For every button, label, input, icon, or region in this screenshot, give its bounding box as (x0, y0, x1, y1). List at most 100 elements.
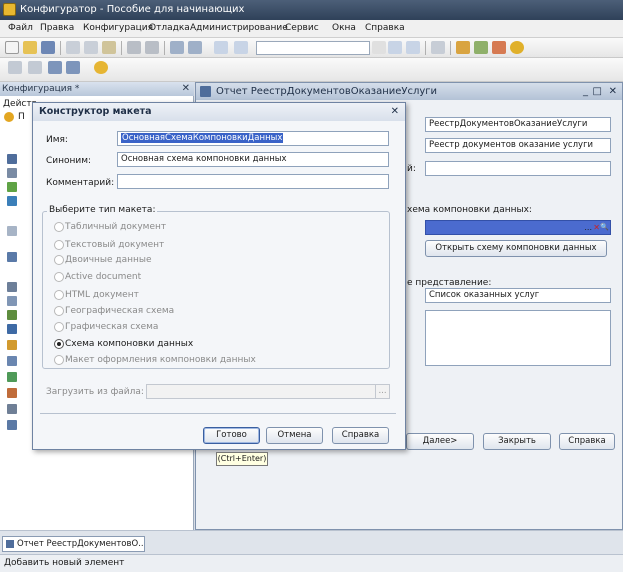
comment-input[interactable] (117, 174, 389, 189)
report-comment-field[interactable] (425, 161, 611, 176)
tree-item-icon[interactable] (7, 196, 17, 206)
redo-icon[interactable] (188, 41, 202, 54)
undo-icon[interactable] (170, 41, 184, 54)
dialog-close-icon[interactable]: ✕ (391, 103, 399, 121)
menu-windows[interactable]: Окна (332, 23, 356, 33)
next-button[interactable]: Далее> (406, 433, 474, 450)
radio-data-composition-schema[interactable]: Схема компоновки данных (54, 339, 193, 349)
find-icon[interactable] (214, 41, 228, 54)
tree-item-icon[interactable] (7, 226, 17, 236)
tree-item-icon[interactable] (7, 372, 17, 382)
radio-spreadsheet-document[interactable]: Табличный документ (54, 222, 166, 232)
comment-label: Комментарий: (46, 178, 115, 188)
save-icon[interactable] (41, 41, 55, 54)
open-icon[interactable] (23, 41, 37, 54)
tree-item-icon[interactable] (7, 296, 17, 306)
find-next-icon[interactable] (388, 41, 402, 54)
report-description-field[interactable] (425, 310, 611, 366)
tree-item-icon[interactable] (7, 404, 17, 414)
name-input[interactable]: ОсновнаяСхемаКомпоновкиДанных (117, 131, 389, 146)
configuration-icon[interactable] (8, 61, 22, 74)
paste-icon[interactable] (102, 41, 116, 54)
toolbar-separator (164, 41, 165, 55)
tree-item-icon[interactable] (7, 252, 17, 262)
menu-administration[interactable]: Администрирование (190, 23, 288, 33)
tree-item-icon[interactable] (7, 168, 17, 178)
dialog-help-button[interactable]: Справка (332, 427, 389, 444)
schema-browse-icon[interactable]: ... (584, 221, 592, 234)
done-button[interactable]: Готово (203, 427, 260, 444)
toolbar-separator (425, 41, 426, 55)
maximize-icon[interactable]: □ (593, 83, 602, 100)
config-root-label[interactable]: П (18, 112, 25, 122)
window-title: Конфигуратор - Пособие для начинающих (20, 4, 245, 15)
configuration-panel-title-text: Конфигурация * (2, 84, 80, 94)
module-icon[interactable] (48, 61, 62, 74)
cut-icon[interactable] (66, 41, 80, 54)
debug-start-icon[interactable] (94, 61, 108, 74)
radio-active-document[interactable]: Active document (54, 272, 141, 282)
new-icon[interactable] (5, 41, 19, 54)
window-title-bar: Конфигуратор - Пособие для начинающих (0, 0, 623, 20)
tree-item-icon[interactable] (7, 420, 17, 430)
taskbar-report-icon (6, 540, 14, 548)
name-input-value: ОсновнаяСхемаКомпоновкиДанных (121, 133, 284, 143)
info-icon[interactable] (510, 41, 524, 54)
search-icon[interactable] (234, 41, 248, 54)
tree-item-icon[interactable] (7, 282, 17, 292)
tree-item-icon[interactable] (7, 356, 17, 366)
report-help-button[interactable]: Справка (559, 433, 615, 450)
copy-icon[interactable] (84, 41, 98, 54)
status-bar: Добавить новый элемент (0, 554, 623, 572)
report-synonym-field[interactable]: Реестр документов оказание услуги (425, 138, 611, 153)
menu-file[interactable]: Файл (8, 23, 33, 33)
schema-search-icon[interactable]: 🔍 (600, 221, 609, 234)
tree-item-icon[interactable] (7, 182, 17, 192)
menu-configuration[interactable]: Конфигурация (83, 23, 153, 33)
close-button[interactable]: Закрыть (483, 433, 551, 450)
toolbar-separator (450, 41, 451, 55)
synonym-input[interactable]: Основная схема компоновки данных (117, 152, 389, 167)
report-repr-field[interactable]: Список оказанных услуг (425, 288, 611, 303)
radio-geographical-schema[interactable]: Географическая схема (54, 306, 174, 316)
close-icon[interactable]: ✕ (609, 83, 617, 100)
radio-composition-appearance-template[interactable]: Макет оформления компоновки данных (54, 355, 256, 365)
wizard-icon[interactable] (456, 41, 470, 54)
tree-item-icon[interactable] (7, 388, 17, 398)
report-schema-field[interactable]: ... ✕ 🔍 (425, 220, 611, 235)
window-list-icon[interactable] (431, 41, 445, 54)
radio-text-document[interactable]: Текстовый документ (54, 240, 164, 250)
database-icon[interactable] (66, 61, 80, 74)
cancel-button[interactable]: Отмена (266, 427, 323, 444)
toolbar-separator (60, 41, 61, 55)
report-name-field[interactable]: РеестрДокументовОказаниеУслуги (425, 117, 611, 132)
open-schema-button[interactable]: Открыть схему компоновки данных (425, 240, 607, 257)
schema-clear-icon[interactable]: ✕ (593, 221, 600, 234)
panel-close-icon[interactable]: ✕ (182, 82, 190, 96)
radio-html-document[interactable]: HTML документ (54, 290, 139, 300)
tree-item-icon[interactable] (7, 340, 17, 350)
properties-icon[interactable] (28, 61, 42, 74)
menu-edit[interactable]: Правка (40, 23, 74, 33)
syntax-helper-icon[interactable] (474, 41, 488, 54)
menu-debug[interactable]: Отладка (149, 23, 190, 33)
tree-item-icon[interactable] (7, 324, 17, 334)
tree-item-icon[interactable] (7, 154, 17, 164)
search-input[interactable] (256, 41, 370, 55)
find-prev-icon[interactable] (406, 41, 420, 54)
bookmark-icon[interactable] (492, 41, 506, 54)
print-icon[interactable] (127, 41, 141, 54)
taskbar-report-item[interactable]: Отчет РеестрДокументовО... (2, 536, 145, 552)
search-dropdown-icon[interactable] (372, 41, 386, 54)
tree-item-icon[interactable] (7, 310, 17, 320)
preview-icon[interactable] (145, 41, 159, 54)
load-from-file-input[interactable]: ... (146, 384, 390, 399)
window-taskbar: Отчет РеестрДокументовО... (0, 530, 623, 554)
menu-help[interactable]: Справка (365, 23, 405, 33)
load-browse-button[interactable]: ... (375, 385, 389, 398)
report-icon (200, 86, 211, 97)
minimize-icon[interactable]: _ (583, 83, 588, 100)
menu-service[interactable]: Сервис (285, 23, 319, 33)
radio-graphical-schema[interactable]: Графическая схема (54, 322, 158, 332)
radio-binary-data[interactable]: Двоичные данные (54, 255, 152, 265)
